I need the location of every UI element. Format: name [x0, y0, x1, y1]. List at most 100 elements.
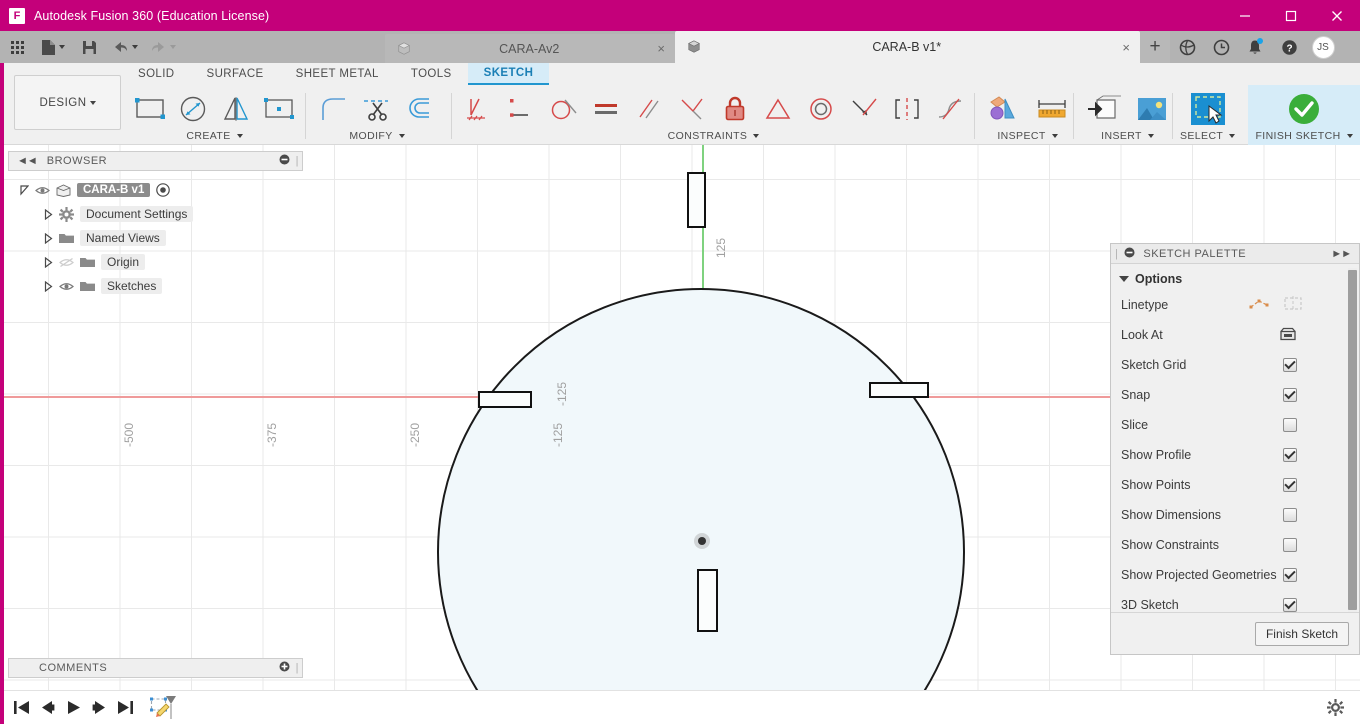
slot-rectangle-left[interactable]	[478, 391, 532, 408]
tree-item-named-views[interactable]: Named Views	[20, 226, 300, 250]
horizontal-vertical-icon[interactable]	[457, 87, 497, 131]
sketch-feature-icon[interactable]	[146, 691, 180, 724]
section-analysis-icon[interactable]	[980, 87, 1026, 131]
close-tab-icon[interactable]: ×	[657, 41, 665, 56]
go-to-end-icon[interactable]	[112, 691, 138, 724]
gear-icon[interactable]	[1322, 691, 1348, 724]
workspace-switcher[interactable]: DESIGN	[14, 75, 121, 130]
collinear-icon[interactable]	[844, 87, 884, 131]
rectangle-icon[interactable]	[130, 87, 170, 131]
go-to-beginning-icon[interactable]	[8, 691, 34, 724]
look-at-icon[interactable]	[1279, 326, 1297, 345]
show-projected-geometries-checkbox[interactable]	[1283, 568, 1297, 582]
fillet-icon[interactable]	[314, 87, 354, 131]
mirror-icon[interactable]	[216, 87, 256, 131]
help-icon[interactable]: ?	[1272, 31, 1306, 63]
finish-sketch-check-icon[interactable]	[1281, 87, 1327, 131]
midpoint-icon[interactable]	[758, 87, 798, 131]
step-back-icon[interactable]	[34, 691, 60, 724]
slot-rectangle-right[interactable]	[869, 382, 929, 398]
coincident-icon[interactable]	[500, 87, 540, 131]
point-icon[interactable]	[259, 87, 299, 131]
play-icon[interactable]	[60, 691, 86, 724]
ribbon-tab-sketch[interactable]: SKETCH	[467, 63, 550, 85]
expand-triangle-icon[interactable]	[44, 256, 53, 268]
panel-insert-label[interactable]: INSERT	[1101, 130, 1154, 142]
measure-icon[interactable]	[1029, 87, 1075, 131]
show-profile-checkbox[interactable]	[1283, 448, 1297, 462]
panel-resize-grip[interactable]: |	[296, 662, 299, 674]
visibility-eye-icon[interactable]	[59, 281, 74, 292]
tree-item-origin[interactable]: Origin	[20, 250, 300, 274]
minimize-circle-icon[interactable]	[279, 154, 290, 168]
tree-item-cara-b[interactable]: CARA-B v1	[20, 178, 300, 202]
minimize-button[interactable]	[1222, 0, 1268, 31]
panel-select-label[interactable]: SELECT	[1180, 130, 1236, 142]
visibility-eye-icon[interactable]	[35, 185, 50, 196]
ribbon-tab-solid[interactable]: SOLID	[122, 63, 191, 85]
panel-modify-label[interactable]: MODIFY	[349, 130, 405, 142]
insert-image-icon[interactable]	[1129, 87, 1175, 131]
history-icon[interactable]	[1204, 31, 1238, 63]
panel-resize-grip[interactable]: |	[1115, 248, 1118, 260]
globe-icon[interactable]	[1170, 31, 1204, 63]
perpendicular-icon[interactable]	[672, 87, 712, 131]
minimize-circle-icon[interactable]	[1124, 247, 1135, 261]
symmetry-icon[interactable]	[887, 87, 927, 131]
document-tab-cara-a[interactable]: CARA-Av2 ×	[385, 34, 675, 63]
collapse-left-icon[interactable]: ◄◄	[17, 155, 38, 167]
fix-lock-icon[interactable]	[715, 87, 755, 131]
panel-finish-sketch[interactable]: FINISH SKETCH	[1248, 85, 1360, 145]
tree-item-sketches[interactable]: Sketches	[20, 274, 300, 298]
document-tab-cara-b[interactable]: CARA-B v1* ×	[675, 31, 1140, 63]
snap-checkbox[interactable]	[1283, 388, 1297, 402]
trim-icon[interactable]	[357, 87, 397, 131]
panel-create-label[interactable]: CREATE	[186, 130, 243, 142]
ribbon-tab-tools[interactable]: TOOLS	[395, 63, 468, 85]
visibility-off-eye-icon[interactable]	[59, 257, 74, 268]
select-window-icon[interactable]	[1185, 87, 1231, 131]
ribbon-tab-surface[interactable]: SURFACE	[191, 63, 280, 85]
maximize-button[interactable]	[1268, 0, 1314, 31]
options-section-header[interactable]: Options	[1111, 264, 1359, 290]
close-tab-icon[interactable]: ×	[1122, 40, 1130, 55]
circle-icon[interactable]	[173, 87, 213, 131]
3d-sketch-checkbox[interactable]	[1283, 598, 1297, 612]
origin-point[interactable]	[694, 533, 710, 549]
show-points-checkbox[interactable]	[1283, 478, 1297, 492]
expand-triangle-icon[interactable]	[44, 232, 53, 244]
close-button[interactable]	[1314, 0, 1360, 31]
show-dimensions-checkbox[interactable]	[1283, 508, 1297, 522]
panel-finish-sketch-label[interactable]: FINISH SKETCH	[1255, 130, 1353, 142]
avatar[interactable]: JS	[1306, 31, 1340, 63]
construction-line-icon[interactable]	[1249, 296, 1269, 314]
slot-rectangle-bottom[interactable]	[697, 569, 718, 632]
parallel-icon[interactable]	[629, 87, 669, 131]
tree-item-document-settings[interactable]: Document Settings	[20, 202, 300, 226]
notifications-icon[interactable]	[1238, 31, 1272, 63]
new-tab-button[interactable]: +	[1140, 31, 1170, 63]
ribbon-tab-sheet-metal[interactable]: SHEET METAL	[280, 63, 395, 85]
slot-rectangle-top[interactable]	[687, 172, 706, 228]
activate-component-icon[interactable]	[156, 183, 171, 197]
step-forward-icon[interactable]	[86, 691, 112, 724]
add-comment-icon[interactable]	[279, 661, 290, 675]
expand-right-icon[interactable]: ►►	[1331, 248, 1352, 260]
slice-checkbox[interactable]	[1283, 418, 1297, 432]
concentric-icon[interactable]	[801, 87, 841, 131]
expand-triangle-icon[interactable]	[44, 280, 53, 292]
offset-icon[interactable]	[400, 87, 440, 131]
curvature-icon[interactable]	[930, 87, 970, 131]
panel-resize-grip[interactable]: |	[296, 155, 299, 167]
panel-inspect-label[interactable]: INSPECT	[997, 130, 1058, 142]
panel-constraints-label[interactable]: CONSTRAINTS	[668, 130, 760, 142]
palette-scrollbar-thumb[interactable]	[1348, 270, 1357, 610]
equal-icon[interactable]	[586, 87, 626, 131]
expand-triangle-icon[interactable]	[44, 208, 53, 220]
centerline-icon[interactable]	[1283, 296, 1303, 314]
sketch-grid-checkbox[interactable]	[1283, 358, 1297, 372]
expand-triangle-icon[interactable]	[20, 184, 29, 196]
insert-derive-icon[interactable]	[1080, 87, 1126, 131]
finish-sketch-button[interactable]: Finish Sketch	[1254, 621, 1349, 646]
show-constraints-checkbox[interactable]	[1283, 538, 1297, 552]
